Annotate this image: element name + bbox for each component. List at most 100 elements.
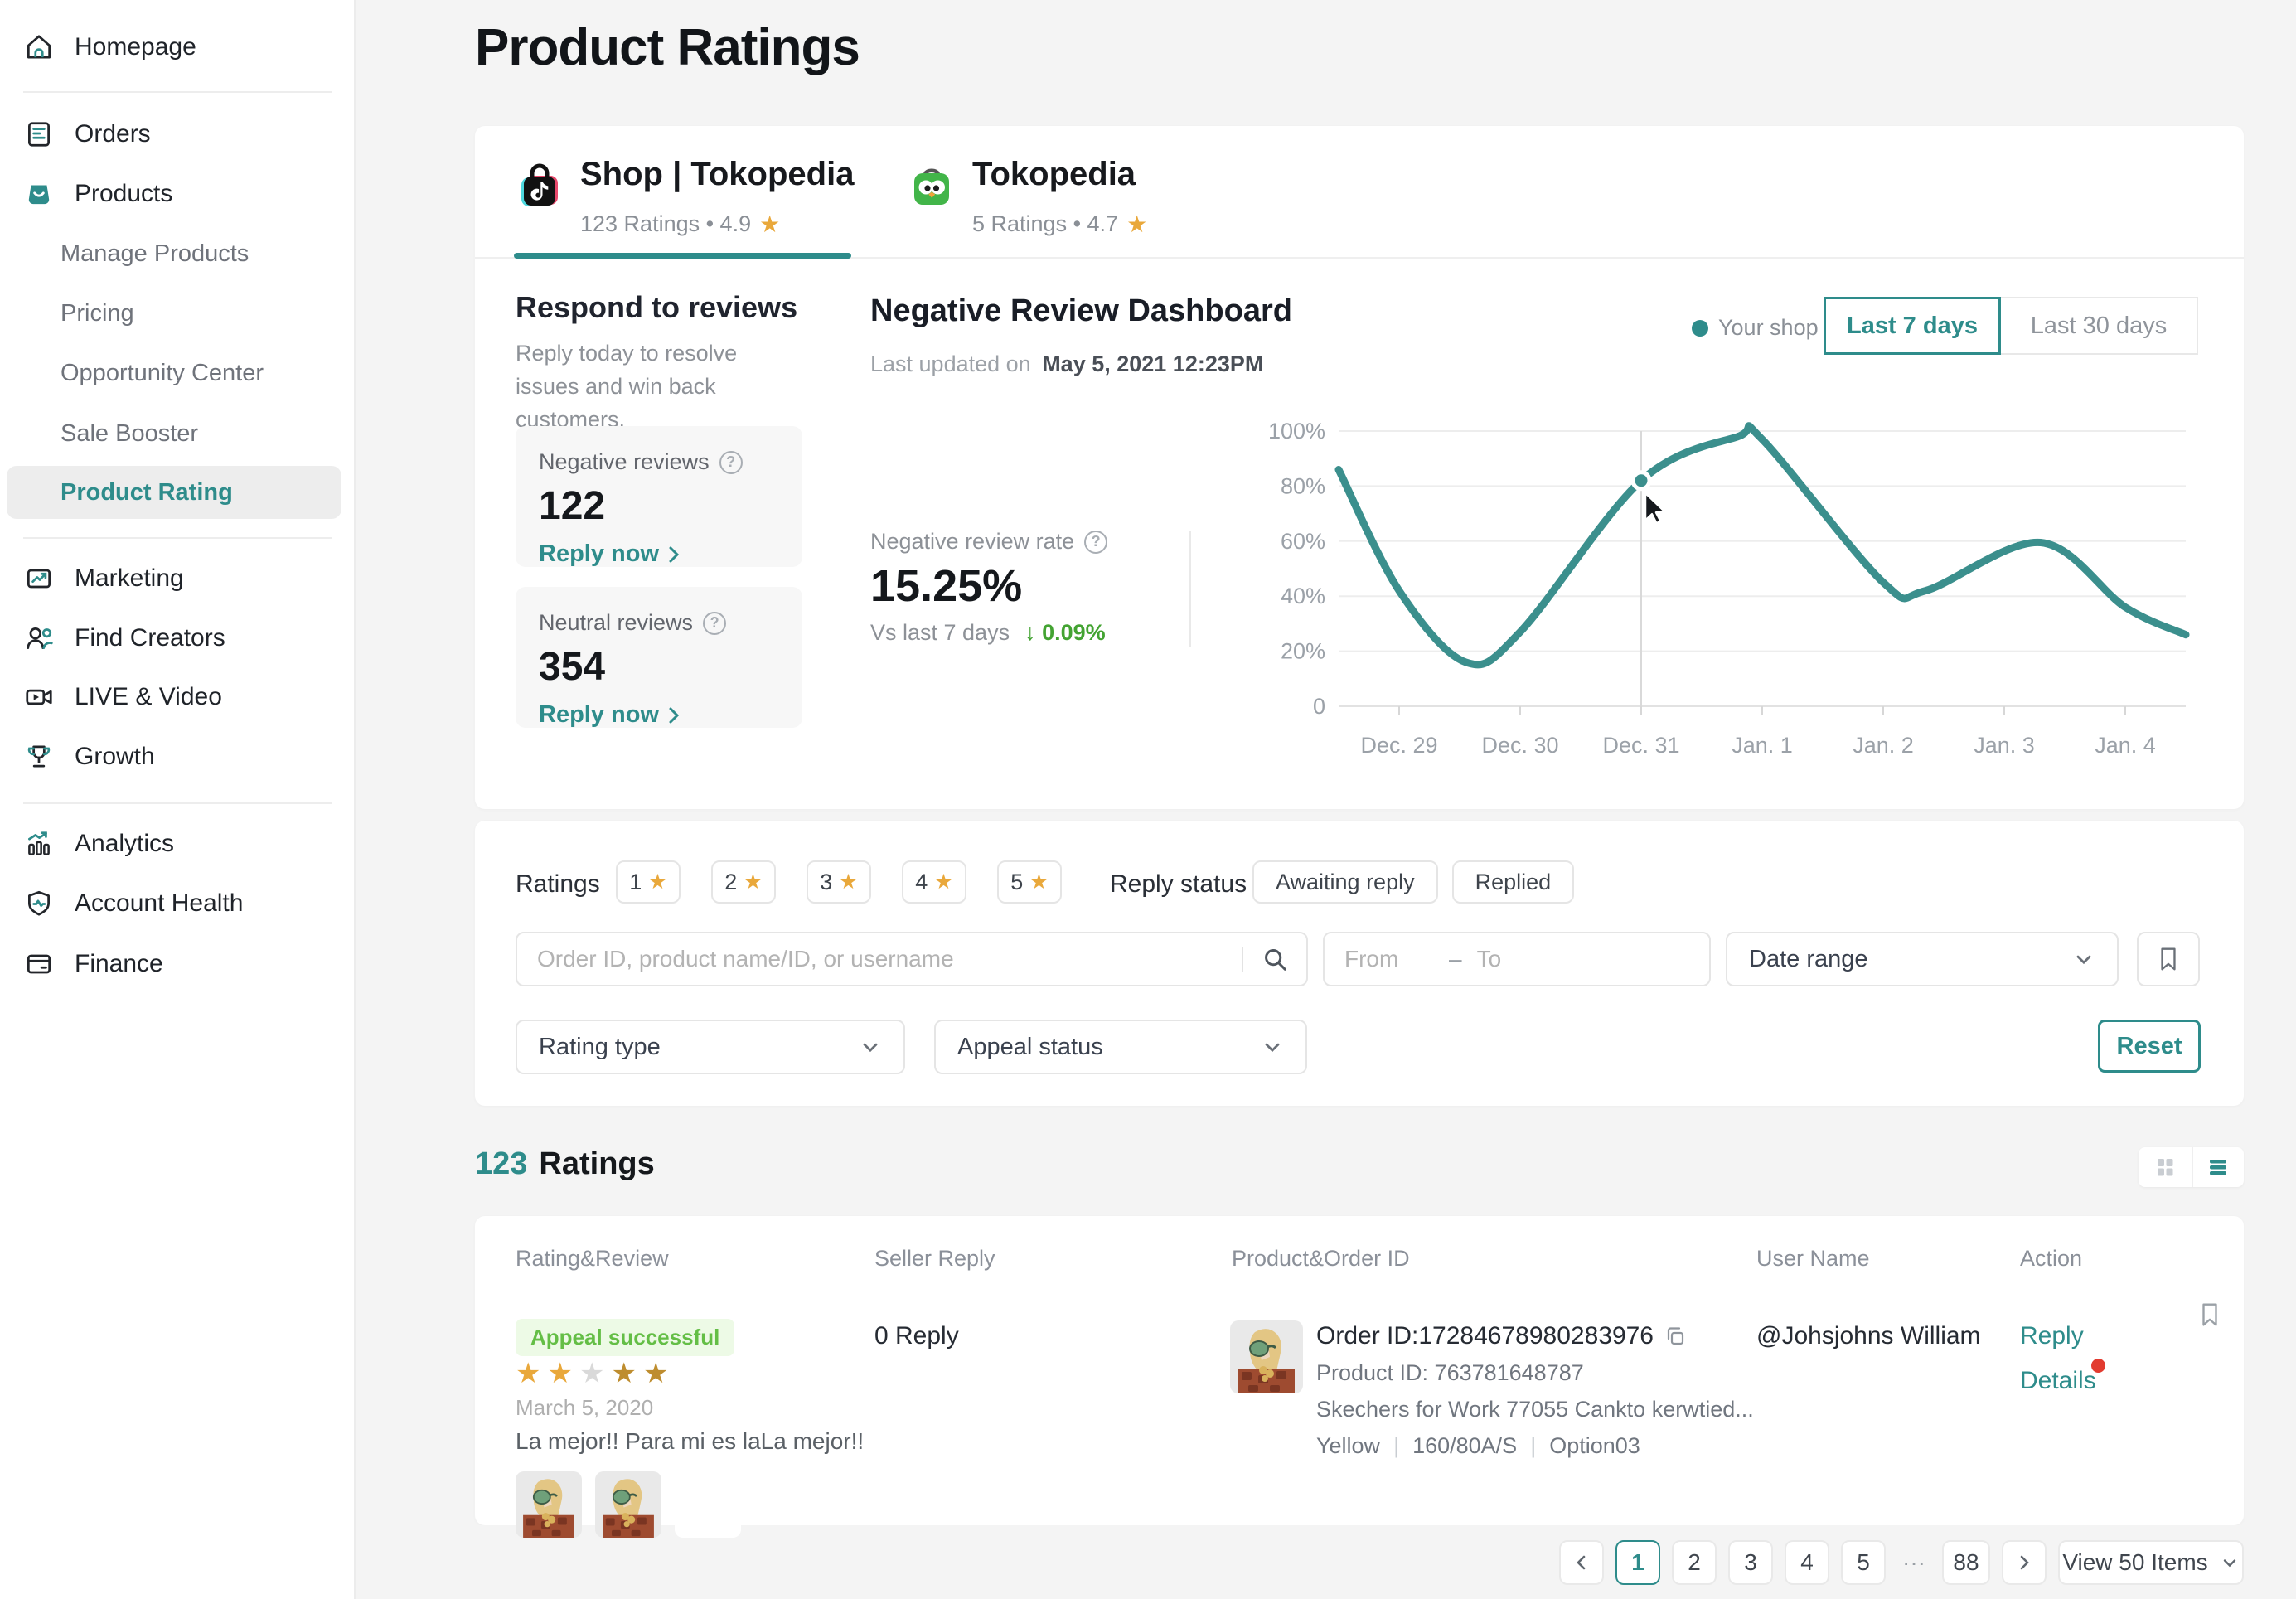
find-creators-icon <box>23 623 55 654</box>
prev-page-button[interactable] <box>1559 1540 1604 1585</box>
last-7-days-button[interactable]: Last 7 days <box>1824 297 2001 355</box>
svg-text:0: 0 <box>1313 694 1325 719</box>
chevron-left-icon <box>1572 1553 1591 1572</box>
bookmark-row-icon[interactable] <box>2197 1301 2222 1329</box>
sidebar-item-pricing[interactable]: Pricing <box>61 287 134 340</box>
marketing-icon <box>23 563 55 594</box>
sidebar-item-sale-booster[interactable]: Sale Booster <box>61 407 198 460</box>
product-thumbnail[interactable] <box>1230 1320 1303 1393</box>
negative-reviews-count: 122 <box>539 483 779 529</box>
analytics-icon <box>23 828 55 860</box>
search-input[interactable] <box>517 946 1242 972</box>
details-action-link[interactable]: Details <box>2020 1367 2096 1395</box>
ratings-count: 123 <box>475 1146 527 1182</box>
review-photo[interactable] <box>595 1471 661 1538</box>
chevron-down-icon <box>1261 1035 1284 1059</box>
grid-view-button[interactable] <box>2139 1147 2192 1187</box>
appeal-status-select[interactable]: Appeal status <box>934 1020 1307 1074</box>
stat-chart-divider <box>1189 531 1191 647</box>
rating-chip-3[interactable]: 3★ <box>807 860 871 904</box>
delta-value: ↓ 0.09% <box>1024 620 1106 646</box>
grid-view-icon <box>2154 1156 2176 1178</box>
reset-button[interactable]: Reset <box>2098 1020 2201 1073</box>
date-range-inputs: – <box>1323 932 1711 986</box>
help-icon[interactable]: ? <box>1084 531 1107 554</box>
list-view-button[interactable] <box>2192 1147 2245 1187</box>
sidebar-item-label: Growth <box>75 743 155 771</box>
sidebar-item-find-creators[interactable]: Find Creators <box>23 612 225 665</box>
reply-status-chips: Awaiting reply Replied <box>1252 860 1574 904</box>
sidebar-item-label: LIVE & Video <box>75 683 222 711</box>
rating-type-select[interactable]: Rating type <box>516 1020 905 1074</box>
page-size-select[interactable]: View 50 Items <box>2058 1540 2244 1585</box>
svg-text:Jan. 2: Jan. 2 <box>1853 733 1914 758</box>
range-toggle: Last 7 days Last 30 days <box>1824 297 2198 355</box>
last-30-days-button[interactable]: Last 30 days <box>1999 297 2198 355</box>
tab-shop-tokopedia[interactable]: Shop | Tokopedia <box>580 156 854 193</box>
search-icon[interactable] <box>1262 946 1288 972</box>
help-icon[interactable]: ? <box>703 612 726 635</box>
svg-text:80%: 80% <box>1281 473 1325 498</box>
notification-dot <box>2091 1359 2105 1373</box>
sidebar-item-label: Marketing <box>75 564 184 593</box>
negative-reply-now-link[interactable]: Reply now <box>539 540 779 568</box>
replied-chip[interactable]: Replied <box>1452 860 1575 904</box>
sidebar-item-opportunity-center[interactable]: Opportunity Center <box>61 346 264 400</box>
review-text: La mejor!! Para mi es laLa mejor!! <box>516 1428 864 1455</box>
date-from-input[interactable] <box>1325 946 1449 972</box>
tiktok-shop-icon <box>514 160 565 211</box>
star-icon: ★ <box>516 1357 540 1390</box>
sidebar-item-homepage[interactable]: Homepage <box>23 21 196 74</box>
filters-card: Ratings 1★ 2★ 3★ 4★ 5★ Reply status Awai… <box>475 821 2244 1106</box>
sidebar-item-products[interactable]: Products <box>23 167 172 220</box>
star-icon: ★ <box>1029 870 1048 894</box>
vs-label: Vs last 7 days <box>870 620 1010 646</box>
order-id: Order ID:17284678980283976 <box>1316 1322 1654 1350</box>
rating-chip-2[interactable]: 2★ <box>711 860 776 904</box>
help-icon[interactable]: ? <box>719 451 743 474</box>
saved-filters-button[interactable] <box>2137 932 2200 986</box>
review-date: March 5, 2020 <box>516 1395 653 1421</box>
page-button-5[interactable]: 5 <box>1841 1540 1886 1585</box>
copy-icon[interactable] <box>1664 1325 1687 1348</box>
ratings-filter-label: Ratings <box>516 870 600 899</box>
sidebar-item-manage-products[interactable]: Manage Products <box>61 227 249 280</box>
neutral-reply-now-link[interactable]: Reply now <box>539 701 779 729</box>
reply-action-link[interactable]: Reply <box>2020 1322 2084 1350</box>
seller-reply-count: 0 Reply <box>874 1322 959 1350</box>
ratings-dashboard-card: Shop | Tokopedia 123 Ratings • 4.9★ Toko… <box>475 126 2244 809</box>
page-button-4[interactable]: 4 <box>1785 1540 1829 1585</box>
home-icon <box>23 31 55 63</box>
ratings-table-card: Rating&Review Seller Reply Product&Order… <box>475 1216 2244 1525</box>
date-range-select[interactable]: Date range <box>1726 932 2119 986</box>
rating-chip-4[interactable]: 4★ <box>902 860 966 904</box>
star-icon: ★ <box>648 870 666 894</box>
sidebar-item-product-rating[interactable]: Product Rating <box>61 466 233 519</box>
next-page-button[interactable] <box>2002 1540 2047 1585</box>
neutral-reviews-label: Neutral reviews <box>539 610 693 636</box>
legend-label: Your shop <box>1718 315 1819 341</box>
rating-chip-1[interactable]: 1★ <box>616 860 681 904</box>
sidebar-item-marketing[interactable]: Marketing <box>23 552 184 605</box>
col-user-name: User Name <box>1756 1246 1870 1272</box>
sidebar-item-finance[interactable]: Finance <box>23 938 163 991</box>
star-icon: ★ <box>579 1357 604 1390</box>
sidebar-item-orders[interactable]: Orders <box>23 108 151 161</box>
sidebar-item-account-health[interactable]: Account Health <box>23 877 243 930</box>
page-button-88[interactable]: 88 <box>1942 1540 1990 1585</box>
tab-tokopedia[interactable]: Tokopedia <box>972 156 1136 193</box>
sidebar-item-analytics[interactable]: Analytics <box>23 817 174 870</box>
rate-delta-row: Vs last 7 days ↓ 0.09% <box>870 620 1106 646</box>
sidebar-item-growth[interactable]: Growth <box>23 730 155 783</box>
page-button-1[interactable]: 1 <box>1615 1540 1660 1585</box>
rating-chip-5[interactable]: 5★ <box>997 860 1062 904</box>
page-button-2[interactable]: 2 <box>1672 1540 1717 1585</box>
svg-text:Jan. 1: Jan. 1 <box>1732 733 1793 758</box>
page-button-3[interactable]: 3 <box>1728 1540 1773 1585</box>
sidebar-divider <box>23 91 332 93</box>
col-action: Action <box>2020 1246 2082 1272</box>
review-photo[interactable] <box>516 1471 582 1538</box>
awaiting-reply-chip[interactable]: Awaiting reply <box>1252 860 1438 904</box>
sidebar-item-live-video[interactable]: LIVE & Video <box>23 671 222 724</box>
page-root: Homepage Orders Products Manage Products… <box>0 0 2296 1599</box>
